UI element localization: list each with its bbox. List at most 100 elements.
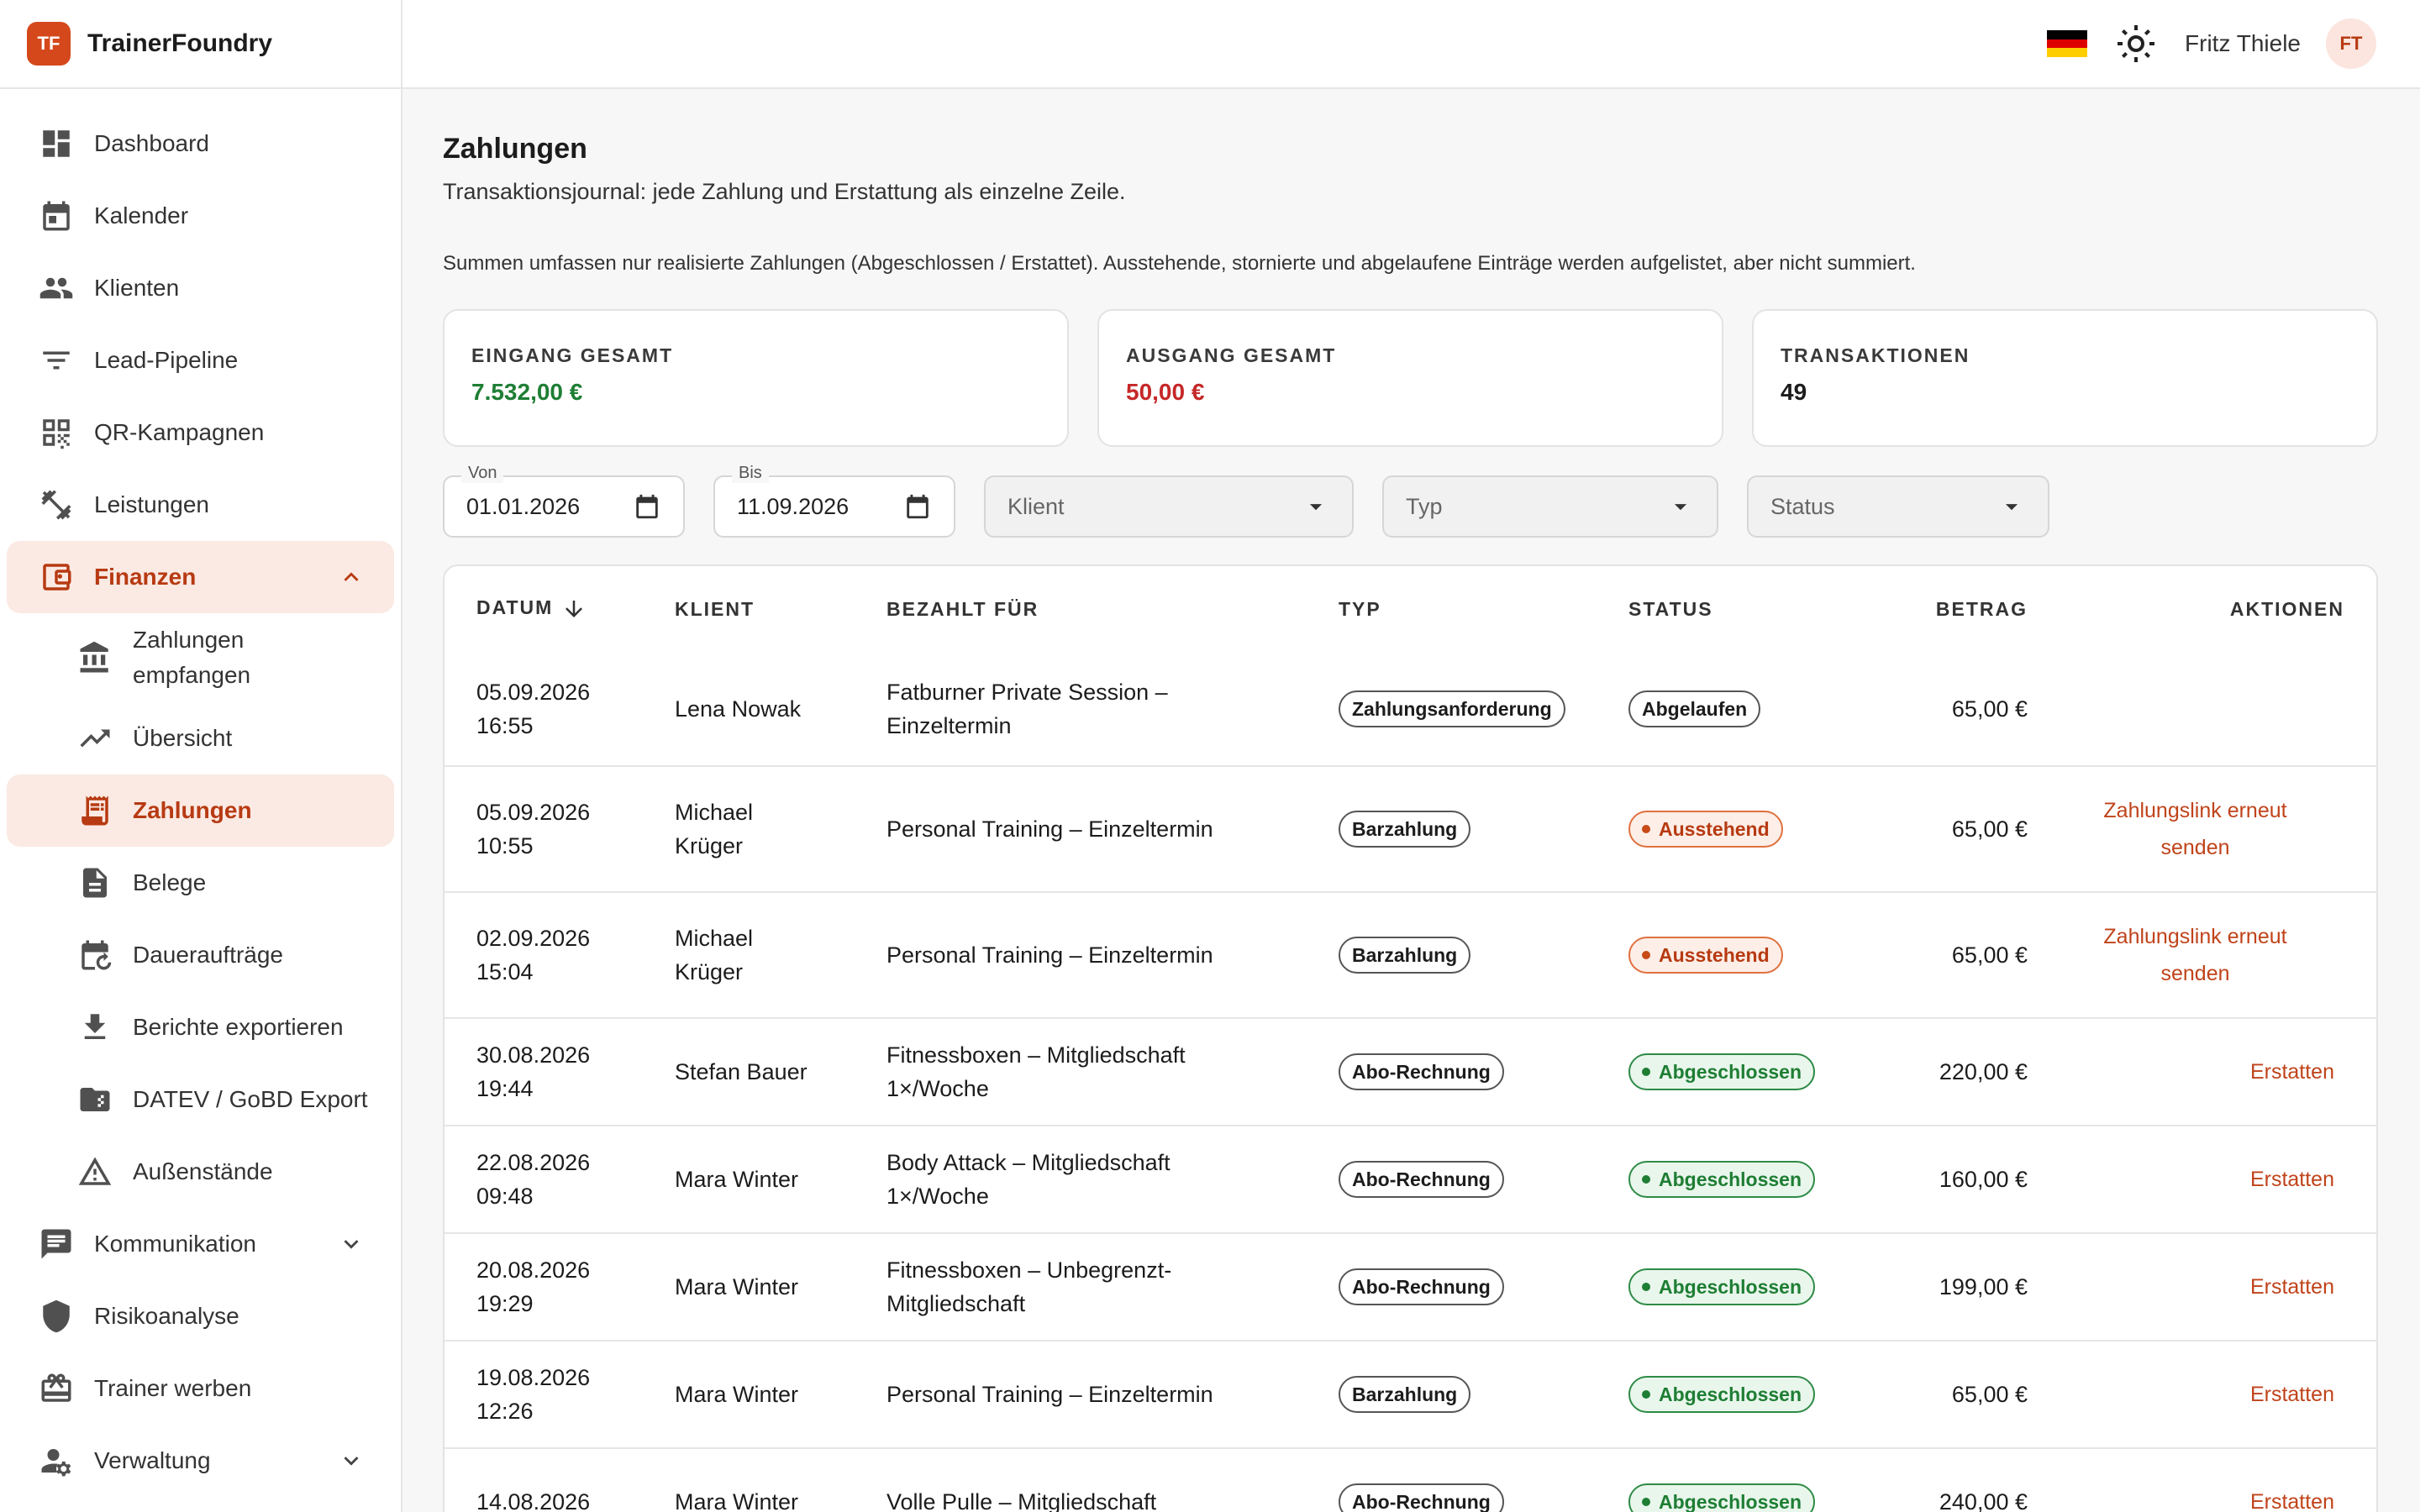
calendar-icon[interactable] <box>903 492 932 521</box>
date-text: 30.08.2026 <box>476 1042 591 1068</box>
sidebar-item-klienten[interactable]: Klienten <box>7 252 394 324</box>
table-row[interactable]: 14.08.2026 Mara Winter Volle Pulle – Mit… <box>445 1448 2376 1512</box>
field-value[interactable]: 01.01.2026 <box>466 494 633 520</box>
table-row[interactable]: 05.09.2026 16:55 Lena Nowak Fatburner Pr… <box>445 652 2376 767</box>
cell-date: 30.08.2026 19:44 <box>445 1018 675 1126</box>
cell-type: Barzahlung <box>1339 892 1628 1019</box>
sidebar-item-aussenstaende[interactable]: Außenstände <box>7 1136 394 1208</box>
row-action-link[interactable]: Erstatten <box>2028 1161 2334 1198</box>
cell-date: 14.08.2026 <box>445 1448 675 1512</box>
cell-amount: 65,00 € <box>1885 1341 2028 1449</box>
cell-status: Abgeschlossen <box>1628 1233 1885 1341</box>
sidebar-item-kalender[interactable]: Kalender <box>7 180 394 252</box>
chevron-down-icon[interactable] <box>337 1230 366 1258</box>
client-name: Michael <box>675 926 754 951</box>
column-header-date[interactable]: DATUM <box>445 566 675 652</box>
row-action-link[interactable]: Zahlungslink erneut senden <box>2028 918 2363 992</box>
sidebar-item-risikoanalyse[interactable]: Risikoanalyse <box>7 1280 394 1352</box>
sidebar-item-dauerauftraege[interactable]: Daueraufträge <box>7 919 394 991</box>
time-text: 19:44 <box>476 1076 534 1101</box>
caret-down-icon <box>1674 504 1687 511</box>
status-dot-icon <box>1642 1282 1650 1291</box>
sidebar-item-label: Berichte exportieren <box>133 1014 344 1040</box>
column-header-status[interactable]: STATUS <box>1628 566 1885 652</box>
type-chip: Abo-Rechnung <box>1339 1483 1504 1512</box>
paid-for-text: Body Attack – Mitgliedschaft <box>886 1150 1171 1175</box>
sidebar-item-leistungen[interactable]: Leistungen <box>7 469 394 541</box>
paid-for-text-line2: Einzeltermin <box>886 712 1012 738</box>
chevron-up-icon[interactable] <box>337 563 366 591</box>
sidebar-item-belege[interactable]: Belege <box>7 847 394 919</box>
action-text: Zahlungslink erneut <box>2103 799 2287 822</box>
sidebar-item-datev-export[interactable]: DATEV / GoBD Export <box>7 1063 394 1136</box>
row-action-link[interactable]: Erstatten <box>2028 1268 2334 1305</box>
row-action-link[interactable]: Erstatten <box>2028 1053 2334 1090</box>
date-text: 05.09.2026 <box>476 679 591 705</box>
sidebar-item-zahlungen-empfangen[interactable]: Zahlungen empfangen <box>7 613 394 702</box>
sun-icon[interactable] <box>2112 20 2160 67</box>
calendar-icon[interactable] <box>633 492 661 521</box>
sidebar-item-label: Kommunikation <box>94 1231 256 1257</box>
type-chip: Barzahlung <box>1339 811 1471 848</box>
user-name[interactable]: Fritz Thiele <box>2185 30 2301 57</box>
type-chip: Abo-Rechnung <box>1339 1161 1504 1198</box>
sidebar-item-zahlungen[interactable]: Zahlungen <box>7 774 394 847</box>
chevron-down-icon[interactable] <box>337 1446 366 1475</box>
sidebar-item-berichte-exportieren[interactable]: Berichte exportieren <box>7 991 394 1063</box>
sidebar-item-trainer-werben[interactable]: Trainer werben <box>7 1352 394 1425</box>
sidebar-item-kommunikation[interactable]: Kommunikation <box>7 1208 394 1280</box>
row-action-link[interactable]: Erstatten <box>2028 1376 2334 1413</box>
cell-status: Ausstehend <box>1628 766 1885 893</box>
status-select[interactable]: Status <box>1747 475 2049 538</box>
client-select[interactable]: Klient <box>984 475 1354 538</box>
table-row[interactable]: 30.08.2026 19:44 Stefan Bauer Fitnessbox… <box>445 1018 2376 1126</box>
de-flag-icon[interactable] <box>2047 30 2088 58</box>
table-row[interactable]: 05.09.2026 10:55 Michael Krüger Personal… <box>445 766 2376 893</box>
column-header-amount[interactable]: BETRAG <box>1885 566 2028 652</box>
paid-for-text: Personal Training – Einzeltermin <box>886 816 1213 842</box>
type-chip: Abo-Rechnung <box>1339 1053 1504 1090</box>
sidebar-item-label: Außenstände <box>133 1158 273 1184</box>
type-chip: Barzahlung <box>1339 1376 1471 1413</box>
row-action-link[interactable]: Zahlungslink erneut senden <box>2028 792 2363 866</box>
sidebar-item-uebersicht[interactable]: Übersicht <box>7 702 394 774</box>
date-from-field[interactable]: Von 01.01.2026 <box>443 464 685 538</box>
cell-status: Abgeschlossen <box>1628 1126 1885 1234</box>
paid-for-text: Fitnessboxen – Mitgliedschaft <box>886 1042 1186 1068</box>
client-name: Mara Winter <box>675 1274 799 1299</box>
document-icon <box>76 864 114 902</box>
row-action-link[interactable]: Erstatten <box>2028 1483 2334 1512</box>
sort-arrow-down-icon[interactable] <box>561 596 587 622</box>
column-header-client[interactable]: KLIENT <box>675 566 886 652</box>
column-header-paid-for[interactable]: BEZAHLT FÜR <box>886 566 1339 652</box>
cell-paid-for: Body Attack – Mitgliedschaft 1×/Woche <box>886 1126 1339 1234</box>
paid-for-text: Volle Pulle – Mitgliedschaft <box>886 1489 1157 1512</box>
caret-down-icon <box>2005 504 2018 511</box>
action-text: Erstatten <box>2249 1060 2334 1084</box>
table-header-row: DATUM KLIENT BEZAHLT FÜR TYP STATUS BETR… <box>445 566 2376 652</box>
time-text: 15:04 <box>476 959 534 984</box>
type-select[interactable]: Typ <box>1382 475 1718 538</box>
column-header-type[interactable]: TYP <box>1339 566 1628 652</box>
sidebar-item-verwaltung[interactable]: Verwaltung <box>7 1425 394 1497</box>
table-row[interactable]: 22.08.2026 09:48 Mara Winter Body Attack… <box>445 1126 2376 1234</box>
client-name-line2: Krüger <box>675 959 744 984</box>
avatar[interactable]: FT <box>2326 18 2376 69</box>
sidebar-item-dashboard[interactable]: Dashboard <box>7 108 394 180</box>
status-text: Abgeschlossen <box>1659 1276 1802 1298</box>
people-icon <box>37 269 76 307</box>
date-text: 05.09.2026 <box>476 800 591 825</box>
sidebar-item-finanzen[interactable]: Finanzen <box>7 541 394 613</box>
sidebar-item-label: Lead-Pipeline <box>94 347 239 373</box>
field-value[interactable]: 11.09.2026 <box>737 494 903 520</box>
table-row[interactable]: 20.08.2026 19:29 Mara Winter Fitnessboxe… <box>445 1233 2376 1341</box>
brand[interactable]: TF TrainerFoundry <box>0 0 401 89</box>
table-row[interactable]: 19.08.2026 12:26 Mara Winter Personal Tr… <box>445 1341 2376 1449</box>
sidebar-item-label: Belege <box>133 869 207 895</box>
sidebar-item-lead-pipeline[interactable]: Lead-Pipeline <box>7 324 394 396</box>
sidebar-item-qr-kampagnen[interactable]: QR-Kampagnen <box>7 396 394 469</box>
summary-cards: EINGANG GESAMT 7.532,00 € AUSGANG GESAMT… <box>443 309 2378 447</box>
date-to-field[interactable]: Bis 11.09.2026 <box>713 464 955 538</box>
cell-status: Ausstehend <box>1628 892 1885 1019</box>
table-row[interactable]: 02.09.2026 15:04 Michael Krüger Personal… <box>445 892 2376 1019</box>
